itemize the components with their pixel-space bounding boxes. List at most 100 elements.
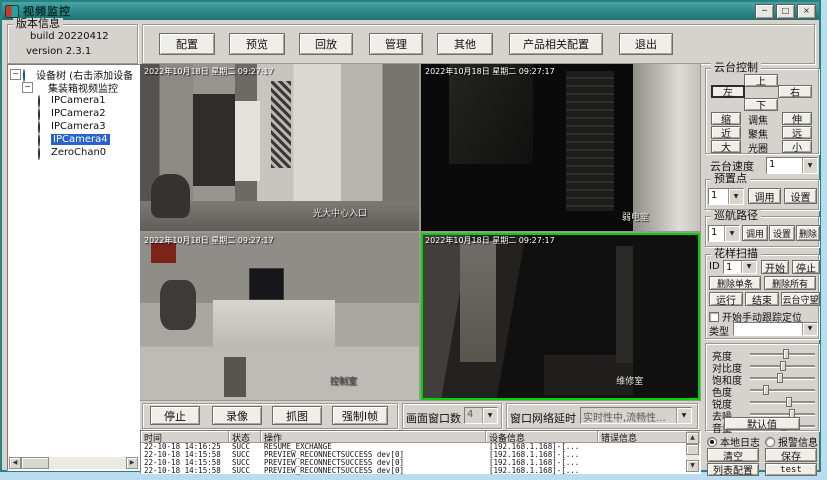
minimize-button[interactable]: ─	[755, 4, 774, 19]
expander-icon[interactable]: −	[10, 69, 21, 80]
exit-button[interactable]: 退出	[619, 33, 673, 55]
tree-item-ipcamera2[interactable]: IPCamera2	[8, 107, 139, 120]
alarm-info-radio[interactable]	[765, 437, 775, 447]
tree-item-ipcamera1[interactable]: IPCamera1	[8, 94, 139, 107]
preset-group-title: 预置点	[711, 173, 750, 185]
log-vertical-scrollbar[interactable]: ▲ ▼	[686, 432, 699, 472]
col-device[interactable]: 设备信息	[486, 431, 598, 442]
brightness-slider[interactable]: 亮度	[712, 348, 817, 360]
ptz-right-button[interactable]: 右	[778, 85, 812, 98]
col-error[interactable]: 错误信息	[598, 431, 687, 442]
ptz-down-button[interactable]: 下	[744, 98, 778, 111]
zoom-in-button[interactable]: 伸	[782, 112, 812, 125]
pattern-end-button[interactable]: 结束	[745, 292, 779, 306]
ptz-speed-select[interactable]: 1 ▼	[766, 157, 818, 174]
tree-item-zerochan0[interactable]: ZeroChan0	[8, 146, 139, 159]
col-operation[interactable]: 操作	[261, 431, 486, 442]
test-button[interactable]: test	[765, 463, 817, 476]
save-button[interactable]: 保存	[765, 448, 817, 462]
clear-button[interactable]: 清空	[707, 448, 759, 462]
preset-select[interactable]: 1 ▼	[708, 188, 744, 205]
ptz-watch-button[interactable]: 云台守望	[781, 292, 820, 306]
saturation-slider[interactable]: 饱和度	[712, 372, 817, 384]
tree-item-ipcamera4[interactable]: IPCamera4	[8, 133, 139, 146]
chevron-down-icon[interactable]: ▼	[741, 261, 756, 273]
list-config-button[interactable]: 列表配置	[707, 463, 759, 476]
cruise-call-button[interactable]: 调用	[742, 225, 768, 241]
preset-call-button[interactable]: 调用	[748, 188, 781, 204]
chevron-down-icon[interactable]: ▼	[728, 189, 743, 204]
manage-button[interactable]: 管理	[369, 33, 423, 55]
close-button[interactable]: ×	[797, 4, 816, 19]
scroll-left-icon[interactable]: ◀	[9, 457, 21, 469]
focus-far-button[interactable]: 远	[782, 126, 812, 139]
chevron-down-icon[interactable]: ▼	[802, 323, 817, 335]
log-table-header[interactable]: 时间 状态 操作 设备信息 错误信息	[141, 431, 700, 443]
cruise-set-button[interactable]: 设置	[769, 225, 795, 241]
pattern-delete-one-button[interactable]: 删除单条	[709, 276, 761, 290]
video-feed-2[interactable]: 2022年10月18日 星期二 09:27:17 弱电室	[421, 64, 700, 231]
pattern-delete-all-button[interactable]: 删除所有	[764, 276, 816, 290]
col-status[interactable]: 状态	[229, 431, 261, 442]
default-values-button[interactable]: 默认值	[724, 417, 800, 430]
iris-small-button[interactable]: 小	[782, 140, 812, 153]
video-feed-1[interactable]: 2022年10月18日 星期二 09:27:17 光大中心入口	[140, 64, 419, 231]
cruise-delete-button[interactable]: 删除	[796, 225, 820, 241]
contrast-slider[interactable]: 对比度	[712, 360, 817, 372]
chevron-down-icon[interactable]: ▼	[724, 226, 739, 241]
log-row[interactable]: 22-10-18 14:15:58 SUCC PREVIEW_RECONNECT…	[141, 467, 700, 475]
log-row[interactable]: 22-10-18 14:16:25 SUCC RESUME_EXCHANGE […	[141, 443, 700, 451]
maximize-button[interactable]: □	[776, 4, 795, 19]
focus-near-button[interactable]: 近	[711, 126, 741, 139]
col-time[interactable]: 时间	[141, 431, 229, 442]
scroll-right-icon[interactable]: ▶	[126, 457, 138, 469]
ptz-left-button[interactable]: 左	[711, 85, 745, 98]
slider-thumb[interactable]	[780, 361, 786, 371]
pattern-start-button[interactable]: 开始	[761, 260, 789, 274]
local-log-radio[interactable]	[707, 437, 717, 447]
tree-item-ipcamera3[interactable]: IPCamera3	[8, 120, 139, 133]
hue-slider[interactable]: 色度	[712, 384, 817, 396]
log-row[interactable]: 22-10-18 14:15:58 SUCC PREVIEW_RECONNECT…	[141, 451, 700, 459]
scrollbar-thumb[interactable]	[21, 457, 49, 469]
pattern-id-select[interactable]: 1 ▼	[723, 260, 757, 274]
chevron-down-icon[interactable]: ▼	[482, 408, 497, 423]
chevron-down-icon[interactable]: ▼	[802, 158, 817, 173]
title-bar[interactable]: 视频监控 ─ □ ×	[2, 2, 819, 20]
video-feed-4[interactable]: 2022年10月18日 星期二 09:27:17 维修室	[421, 233, 700, 400]
sharpness-slider[interactable]: 锐度	[712, 396, 817, 408]
other-button[interactable]: 其他	[437, 33, 493, 55]
slider-thumb[interactable]	[783, 349, 789, 359]
slider-thumb[interactable]	[786, 397, 792, 407]
scroll-up-icon[interactable]: ▲	[686, 432, 699, 444]
slider-thumb[interactable]	[777, 373, 783, 383]
snapshot-button[interactable]: 抓图	[272, 406, 322, 425]
latency-select[interactable]: 实时性中,流畅性... ▼	[580, 407, 692, 424]
record-button[interactable]: 录像	[212, 406, 262, 425]
log-row[interactable]: 22-10-18 14:15:58 SUCC PREVIEW_RECONNECT…	[141, 459, 700, 467]
pattern-run-button[interactable]: 运行	[709, 292, 743, 306]
tracking-checkbox[interactable]	[709, 312, 719, 322]
window-count-select[interactable]: 4 ▼	[464, 407, 498, 424]
preset-set-button[interactable]: 设置	[784, 188, 817, 204]
chevron-down-icon[interactable]: ▼	[676, 408, 691, 423]
tree-device-group[interactable]: − 集装箱视频监控	[8, 81, 139, 94]
preview-button[interactable]: 预览	[229, 33, 285, 55]
ptz-up-button[interactable]: 上	[744, 74, 778, 87]
config-button[interactable]: 配置	[159, 33, 215, 55]
cruise-select[interactable]: 1 ▼	[708, 225, 740, 242]
pattern-stop-button[interactable]: 停止	[792, 260, 820, 274]
product-config-button[interactable]: 产品相关配置	[509, 33, 603, 55]
zoom-out-button[interactable]: 缩	[711, 112, 741, 125]
scroll-down-icon[interactable]: ▼	[686, 460, 699, 472]
playback-button[interactable]: 回放	[299, 33, 353, 55]
force-iframe-button[interactable]: 强制I帧	[332, 406, 388, 425]
expander-icon[interactable]: −	[22, 82, 33, 93]
tree-horizontal-scrollbar[interactable]: ◀ ▶	[9, 457, 138, 469]
slider-thumb[interactable]	[763, 385, 769, 395]
stop-button[interactable]: 停止	[150, 406, 200, 425]
iris-large-button[interactable]: 大	[711, 140, 741, 153]
type-select[interactable]: ▼	[733, 322, 818, 336]
scrollbar-thumb[interactable]	[686, 444, 699, 455]
video-feed-3[interactable]: 2022年10月18日 星期二 09:27:17 控制室	[140, 233, 419, 400]
